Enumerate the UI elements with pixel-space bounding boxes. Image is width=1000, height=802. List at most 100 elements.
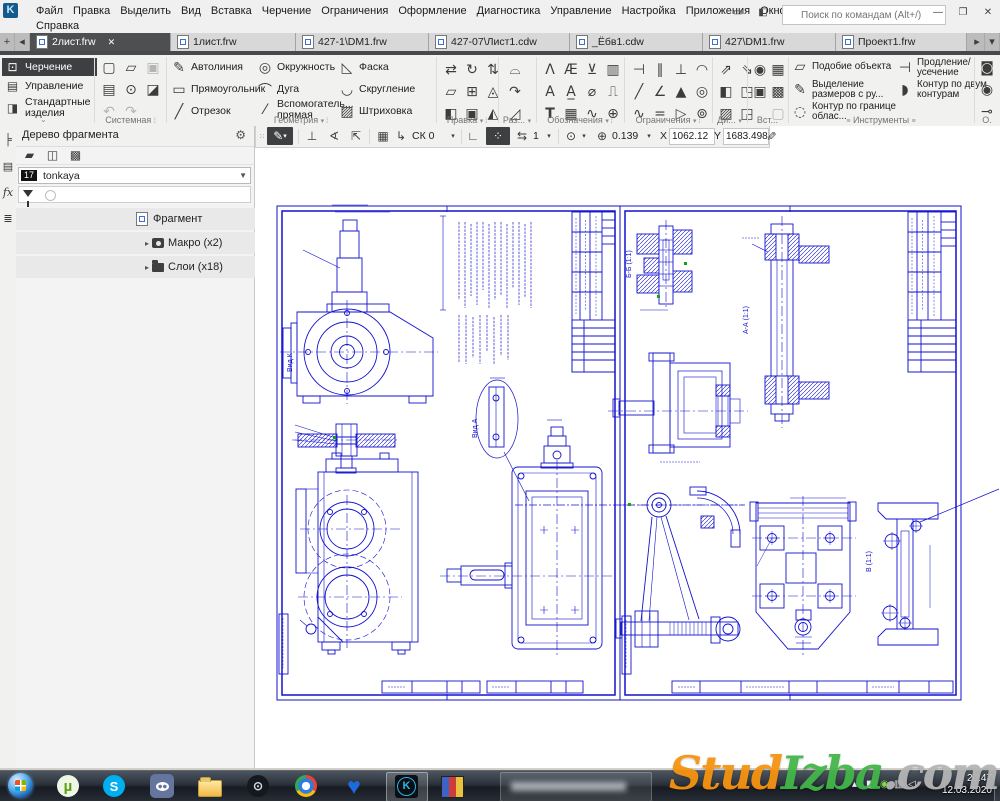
edit-tool-icon[interactable]: ↻ [463, 61, 481, 79]
constraint-tool-icon[interactable]: ⊣ [630, 61, 648, 79]
tree-filter-row[interactable] [18, 186, 251, 203]
tool-autoline[interactable]: ✎Автолиния [170, 59, 243, 77]
menu-management[interactable]: Управление [545, 3, 616, 19]
cursor-step-icon[interactable]: ⇆ [513, 127, 531, 145]
layer-dropdown-icon[interactable]: ▼ [239, 171, 247, 180]
eyedropper-icon[interactable]: ✎ [762, 129, 780, 143]
gear-icon[interactable]: ⚙ [235, 128, 246, 142]
insert-tool-icon[interactable]: ▦ [769, 61, 787, 79]
o-tool-icon[interactable]: ◉ [978, 81, 996, 99]
taskbar-heart-app-icon[interactable]: ♥ [342, 774, 366, 798]
command-search-input[interactable] [782, 5, 946, 25]
tab-1list[interactable]: 1лист.frw [171, 33, 296, 51]
modes-collapse-icon[interactable]: ⌄ [40, 115, 47, 124]
zoom-scale-icon[interactable]: ⊕ [593, 127, 611, 145]
tab-427-07-list1[interactable]: 427-07\Лист1.cdw [429, 33, 570, 51]
close-button[interactable]: ✕ [980, 6, 996, 20]
menu-select[interactable]: Выделить [115, 3, 176, 19]
tab-ebv1[interactable]: _Ёбв1.cdw [570, 33, 703, 51]
insert-tool-icon[interactable]: ◉ [751, 61, 769, 79]
tabs-scroll-right-icon[interactable]: ▸ [970, 33, 985, 51]
tool-circle[interactable]: ◎Окружность [256, 59, 335, 77]
constraint-tool-icon[interactable]: ∥ [651, 61, 669, 79]
expand-arrow-icon[interactable]: ▸ [142, 263, 152, 272]
x-coordinate-field[interactable]: 1062.12 [669, 128, 715, 145]
tabs-scroll-left-icon[interactable]: ◂ [15, 33, 30, 51]
menu-layout[interactable]: Оформление [393, 3, 471, 19]
variables-panel-icon[interactable]: fx [0, 182, 16, 202]
constraint-tool-icon[interactable]: ◎ [693, 83, 711, 101]
ortho-snap-icon[interactable]: ⇱ [346, 127, 366, 145]
open-document-icon[interactable]: ▱ [122, 59, 140, 77]
tool-offset-object[interactable]: ▱Подобие объекта [791, 58, 898, 76]
tree-item-fragment[interactable]: Фрагмент [16, 208, 255, 230]
menu-constraints[interactable]: Ограничения [316, 3, 393, 19]
notation-tool-icon[interactable]: ▥ [604, 61, 622, 79]
notation-tool-icon[interactable]: Λ [541, 61, 559, 79]
dimension-tool-icon[interactable]: ⇗ [717, 61, 735, 79]
current-layer-combo[interactable]: 17 tonkaya ▼ [18, 167, 251, 184]
tab-2list[interactable]: 2лист.frw✕ [30, 33, 171, 51]
tabs-list-icon[interactable]: ▾ [985, 33, 1000, 51]
mode-management-button[interactable]: ▤Управление [2, 77, 97, 95]
tree-item-macro[interactable]: ▸ Макро (x2) [16, 232, 255, 254]
snap-mode-button[interactable]: ✎▾ [267, 127, 293, 145]
save-icon[interactable]: ▣ [144, 59, 162, 77]
raz-tool-icon[interactable]: ⌓ [506, 61, 524, 79]
o-tool-icon[interactable]: ◙ [978, 59, 996, 77]
layers-panel-icon[interactable]: ≣ [0, 208, 16, 228]
mode-standard-parts-button[interactable]: ◨Стандартные изделия [2, 95, 97, 121]
rounding-mode-button[interactable]: ⁘ [486, 127, 510, 145]
taskbar-winrar-icon[interactable] [440, 774, 464, 798]
zoom-value[interactable]: 0.139 [612, 130, 638, 142]
step-dropdown-icon[interactable]: ▾ [544, 127, 554, 145]
zoom-dropdown-icon[interactable]: ▾ [644, 127, 654, 145]
raz-tool-icon[interactable]: ↷ [506, 83, 524, 101]
notation-tool-icon[interactable]: A̲ [562, 83, 580, 101]
mode-drawing-button[interactable]: ⊡Черчение [2, 58, 97, 76]
edit-tool-icon[interactable]: ▱ [442, 83, 460, 101]
tool-arc[interactable]: ⌒Дуга [256, 81, 299, 99]
toolbar-drag-handle[interactable]: ⁙ [258, 127, 266, 145]
minimize-button[interactable]: — [930, 6, 946, 20]
zoom-tool-icon[interactable]: ⊙ [562, 127, 580, 145]
edit-tool-icon[interactable]: ⇅ [484, 61, 502, 79]
tool-chamfer[interactable]: ◺Фаска [338, 59, 389, 77]
menu-diagnostics[interactable]: Диагностика [472, 3, 546, 19]
notation-tool-icon[interactable]: ⌀ [583, 83, 601, 101]
objects-filter-icon[interactable]: ◫ [45, 148, 60, 163]
window-layout-icon[interactable]: ▭ [730, 6, 746, 20]
taskbar-discord-icon[interactable] [150, 774, 174, 798]
notation-tool-icon[interactable]: Æ [562, 61, 580, 79]
edit-tool-icon[interactable]: ⊞ [463, 83, 481, 101]
constraint-tool-icon[interactable]: ◠ [693, 61, 711, 79]
tool-fillet[interactable]: ◡Скругление [338, 81, 415, 99]
coordinate-system-icon[interactable]: ↳ [393, 127, 409, 145]
sheets[interactable] [277, 205, 999, 700]
tab-427-dm1[interactable]: 427\DM1.frw [703, 33, 836, 51]
tree-panel-icon[interactable]: ╞ [0, 130, 16, 150]
filter-funnel-icon[interactable] [23, 190, 33, 197]
parameters-panel-icon[interactable]: ▤ [0, 156, 16, 176]
edit-tool-icon[interactable]: ⇄ [442, 61, 460, 79]
corner-mode-icon[interactable]: ∟ [464, 127, 482, 145]
menu-help[interactable]: Справка [31, 18, 84, 34]
tab-proekt1[interactable]: Проект1.frw [836, 33, 967, 51]
taskbar-explorer-icon[interactable] [198, 774, 222, 798]
cursor-step-value[interactable]: 1 [533, 130, 539, 142]
parallel-snap-icon[interactable]: ⊥ [302, 127, 322, 145]
menu-insert[interactable]: Вставка [206, 3, 257, 19]
constraint-tool-icon[interactable]: ▲ [672, 83, 690, 101]
new-tab-button[interactable]: + [0, 33, 15, 51]
notation-tool-icon[interactable]: ⊻ [583, 61, 601, 79]
constraint-tool-icon[interactable]: ⊥ [672, 61, 690, 79]
cs-dropdown-icon[interactable]: ▾ [448, 127, 458, 145]
taskbar-kompas-button[interactable]: K [386, 772, 428, 802]
menu-view[interactable]: Вид [176, 3, 206, 19]
tool-contour-two[interactable]: ◗Контур по двум контурам [896, 80, 991, 101]
insert-picture-icon[interactable]: ▩ [769, 83, 787, 101]
taskbar-skype-icon[interactable]: S [102, 774, 126, 798]
taskbar-steam-icon[interactable]: ⊙ [246, 774, 270, 798]
grid-icon[interactable]: ▦ [373, 127, 393, 145]
edit-tool-icon[interactable]: ◬ [484, 83, 502, 101]
